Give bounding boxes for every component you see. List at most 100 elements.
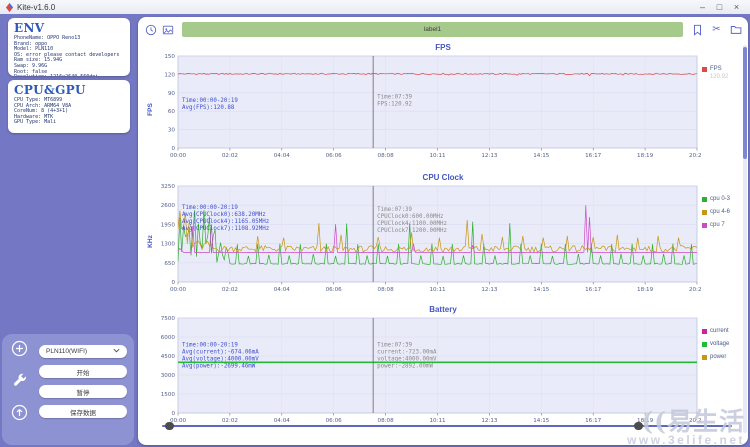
svg-text:Avg(power):-2699.46mW: Avg(power):-2699.46mW	[182, 364, 256, 370]
battery-legend: current voltage power	[702, 315, 748, 430]
svg-text:Time:07:39: Time:07:39	[377, 207, 412, 213]
save-data-button[interactable]: 保存数据	[39, 405, 127, 418]
svg-text:02:02: 02:02	[222, 153, 238, 159]
legend-item: cpu 7	[702, 222, 748, 228]
svg-text:120: 120	[164, 72, 175, 78]
svg-text:20:21: 20:21	[689, 287, 702, 293]
svg-text:CPUClock7:1200.00MHz: CPUClock7:1200.00MHz	[377, 228, 447, 234]
svg-text:0: 0	[171, 146, 175, 152]
chevron-down-icon	[113, 348, 120, 355]
svg-text:12:13: 12:13	[481, 287, 498, 293]
svg-text:10:11: 10:11	[429, 153, 446, 159]
close-button[interactable]: ×	[728, 0, 745, 14]
svg-text:14:15: 14:15	[533, 153, 550, 159]
main-toolbar: label1 ✂	[144, 21, 742, 38]
svg-text:02:02: 02:02	[222, 287, 238, 293]
upload-icon[interactable]	[11, 404, 28, 421]
window-title: Kite-v1.6.0	[17, 2, 56, 12]
svg-text:12:13: 12:13	[481, 153, 498, 159]
legend-item: current	[702, 328, 748, 334]
screenshot-image-icon[interactable]	[161, 23, 174, 36]
svg-text:18:19: 18:19	[637, 153, 654, 159]
pause-button[interactable]: 暂停	[39, 385, 127, 398]
open-folder-icon[interactable]	[729, 23, 742, 36]
svg-text:00:00: 00:00	[170, 287, 187, 293]
svg-text:Time:00:00-20:19: Time:00:00-20:19	[182, 343, 238, 349]
legend-item: cpu 0-3	[702, 196, 748, 202]
device-select[interactable]: PLN110(WIFI)	[39, 345, 127, 358]
fps-plot[interactable]: 0 30 60 90 120 150 00:00 02:02 04:04 06:06 08:08 10…	[156, 53, 705, 165]
svg-text:90: 90	[168, 91, 176, 97]
settings-wrench-icon[interactable]	[11, 372, 28, 389]
svg-text:6000: 6000	[161, 335, 176, 341]
timeline-slider-track[interactable]	[162, 425, 732, 427]
svg-text:CPUClock0:600.00MHz: CPUClock0:600.00MHz	[377, 214, 443, 220]
label-bar: label1	[182, 22, 683, 37]
minimize-button[interactable]: –	[694, 0, 711, 14]
svg-text:18:19: 18:19	[637, 287, 654, 293]
svg-text:Time:07:39: Time:07:39	[377, 343, 412, 349]
add-device-icon[interactable]	[11, 340, 28, 357]
svg-text:Avg(CPUClock4):1165.05MHz: Avg(CPUClock4):1165.05MHz	[182, 219, 269, 225]
svg-text:Avg(voltage):4000.00mV: Avg(voltage):4000.00mV	[182, 357, 259, 363]
svg-text:Time:00:00-20:19: Time:00:00-20:19	[182, 98, 238, 104]
svg-text:04:04: 04:04	[274, 287, 291, 293]
svg-text:Avg(CPUClock0):638.20MHz: Avg(CPUClock0):638.20MHz	[182, 212, 266, 218]
svg-text:2600: 2600	[161, 203, 176, 209]
svg-text:4500: 4500	[161, 354, 176, 360]
svg-text:650: 650	[164, 261, 175, 267]
legend-item: power	[702, 354, 748, 360]
bookmark-icon[interactable]	[691, 23, 704, 36]
svg-text:7500: 7500	[161, 316, 176, 322]
svg-text:CPUClock4:1100.00MHz: CPUClock4:1100.00MHz	[377, 221, 447, 227]
svg-text:1500: 1500	[161, 392, 176, 398]
svg-text:30: 30	[168, 128, 176, 134]
timeline-slider-left-handle[interactable]	[164, 422, 174, 430]
battery-chart-title: Battery	[429, 305, 457, 314]
cpu-gpu-panel-title: CPU&GPU	[14, 83, 86, 97]
fps-chart-title: FPS	[435, 43, 451, 52]
legend-item: FPS	[702, 66, 748, 72]
svg-text:16:17: 16:17	[585, 153, 602, 159]
cpu-gpu-info-lines: CPU Type: MT6899 CPU Arch: ARM64_V8A CoreN…	[14, 97, 124, 126]
vertical-scrollbar-thumb[interactable]	[743, 47, 747, 159]
scissors-icon[interactable]: ✂	[710, 23, 723, 36]
cpu-y-axis-label: KHz	[146, 234, 154, 248]
app-icon	[5, 2, 14, 12]
timeline-slider-right-handle[interactable]	[633, 422, 643, 430]
timeline-slider	[162, 421, 732, 431]
svg-text:current:-723.00mA: current:-723.00mA	[377, 350, 437, 356]
window-titlebar: Kite-v1.6.0 – □ ×	[0, 0, 750, 14]
svg-text:0: 0	[171, 411, 175, 417]
svg-text:3250: 3250	[161, 184, 176, 190]
svg-text:150: 150	[164, 54, 175, 60]
svg-text:60: 60	[168, 109, 176, 115]
history-clock-icon[interactable]	[144, 23, 157, 36]
svg-text:1950: 1950	[161, 222, 176, 228]
env-panel-title: ENV	[14, 21, 45, 35]
main-panel: label1 ✂ FPS FPS 0 30 60 90 120 150 00:00 02:02…	[138, 17, 748, 445]
svg-text:Time:00:00-20:19: Time:00:00-20:19	[182, 205, 238, 211]
cpu-clock-legend: cpu 0-3 cpu 4-6 cpu 7	[702, 183, 748, 299]
info-line: Resolution: 1216x2640 560dpi	[14, 75, 124, 76]
cpu-clock-chart-section: CPU Clock KHz 0 650 1300 1950 2600 3250 00:00 0…	[138, 173, 748, 299]
fps-legend: FPS 120.92	[702, 53, 748, 165]
svg-text:1300: 1300	[161, 242, 176, 248]
svg-text:14:15: 14:15	[533, 287, 550, 293]
svg-text:0: 0	[171, 280, 175, 286]
battery-plot[interactable]: 0 1500 3000 4500 6000 7500 00:00 02:02 04:04 06:0…	[156, 315, 706, 430]
device-select-value: PLN110(WIFI)	[46, 348, 88, 355]
svg-text:08:08: 08:08	[378, 153, 395, 159]
svg-text:08:08: 08:08	[378, 287, 395, 293]
cpu-clock-chart-title: CPU Clock	[422, 173, 464, 182]
fps-chart-section: FPS FPS 0 30 60 90 120 150 00:00 02:02 04:04 06:0…	[138, 43, 748, 165]
start-button[interactable]: 开始	[39, 365, 127, 378]
svg-text:FPS:120.92: FPS:120.92	[377, 101, 412, 107]
svg-text:Avg(FPS):120.88: Avg(FPS):120.88	[182, 105, 235, 111]
cpu-clock-plot[interactable]: 0 650 1300 1950 2600 3250 00:00 02:02 04:04 06:06…	[156, 183, 706, 299]
svg-text:04:04: 04:04	[274, 153, 291, 159]
svg-text:voltage:4000.00mV: voltage:4000.00mV	[377, 357, 437, 363]
svg-text:06:06: 06:06	[326, 153, 343, 159]
env-info-lines: PhoneName: OPPO Reno13 Brand: oppo Model: …	[14, 35, 124, 76]
maximize-button[interactable]: □	[711, 0, 728, 14]
